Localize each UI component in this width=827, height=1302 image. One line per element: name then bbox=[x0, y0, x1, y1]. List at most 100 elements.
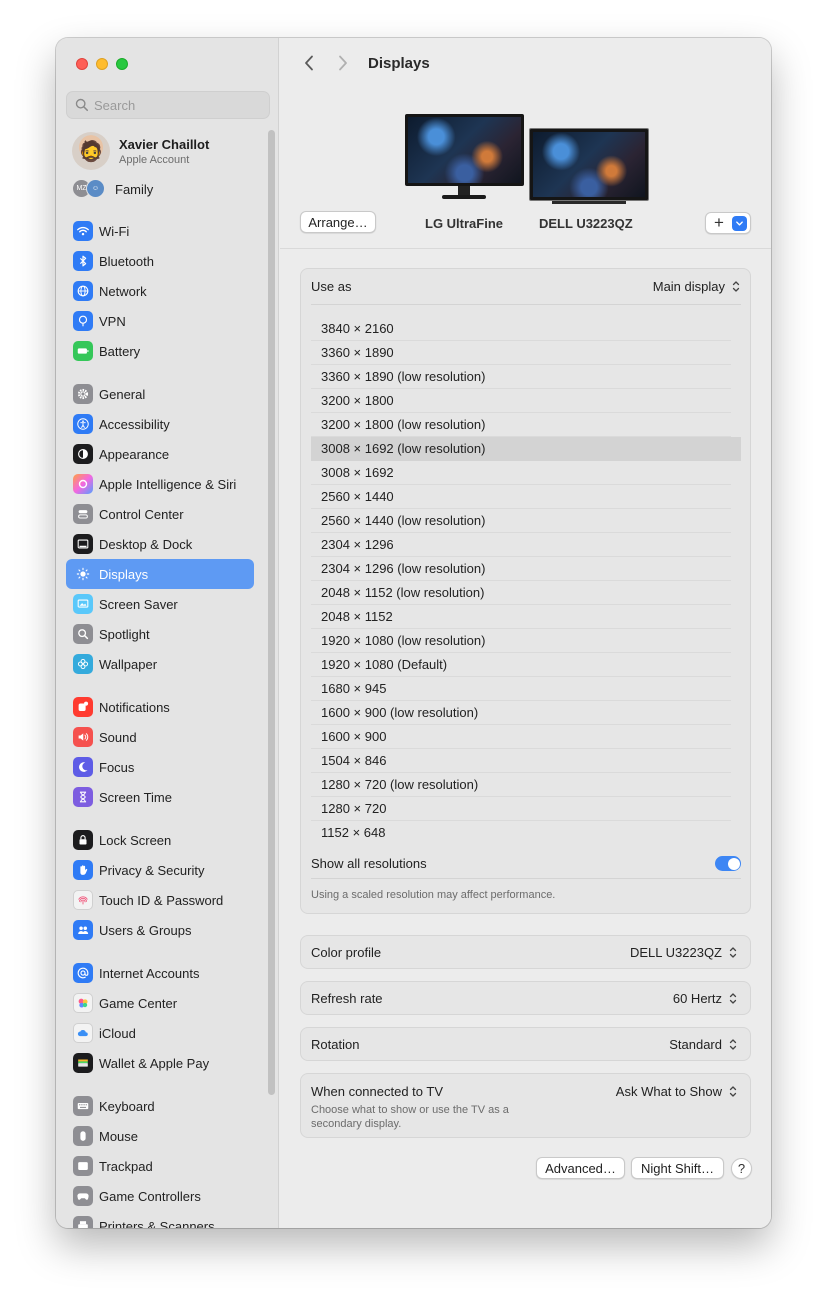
show-all-resolutions-toggle[interactable] bbox=[715, 856, 741, 871]
resolution-option[interactable]: 2560 × 1440 (low resolution) bbox=[311, 509, 731, 533]
sidebar-item-general[interactable]: General bbox=[66, 379, 254, 409]
close-window-button[interactable] bbox=[76, 58, 88, 70]
arrange-button[interactable]: Arrange… bbox=[300, 211, 376, 233]
sidebar-item-bluetooth[interactable]: Bluetooth bbox=[66, 246, 254, 276]
resolution-option[interactable]: 2048 × 1152 bbox=[311, 605, 731, 629]
monitor-label[interactable]: DELL U3223QZ bbox=[539, 216, 633, 231]
resolution-option[interactable]: 2304 × 1296 (low resolution) bbox=[311, 557, 731, 581]
sidebar-item-label: VPN bbox=[99, 313, 126, 329]
back-button[interactable] bbox=[298, 52, 320, 74]
sidebar-item-appearance[interactable]: Appearance bbox=[66, 439, 254, 469]
rotation-popup[interactable]: Standard bbox=[669, 1037, 738, 1052]
zoom-window-button[interactable] bbox=[116, 58, 128, 70]
resolution-list: 3840 × 2160 3360 × 1890 3360 × 1890 (low r… bbox=[311, 317, 741, 845]
sidebar-item-notifications[interactable]: Notifications bbox=[66, 692, 254, 722]
sidebar-item-users-groups[interactable]: Users & Groups bbox=[66, 915, 254, 945]
sidebar-item-accessibility[interactable]: Accessibility bbox=[66, 409, 254, 439]
sidebar-item-vpn[interactable]: VPN bbox=[66, 306, 254, 336]
resolution-option[interactable]: 3008 × 1692 (low resolution) bbox=[311, 437, 741, 461]
sidebar-item-label: iCloud bbox=[99, 1025, 136, 1041]
sidebar-item-network[interactable]: Network bbox=[66, 276, 254, 306]
resolution-option[interactable]: 2304 × 1296 bbox=[311, 533, 731, 557]
help-button[interactable]: ? bbox=[731, 1158, 752, 1179]
resolution-option[interactable]: 1504 × 846 bbox=[311, 749, 731, 773]
refresh-rate-popup[interactable]: 60 Hertz bbox=[673, 991, 738, 1006]
resolution-option[interactable]: 2560 × 1440 bbox=[311, 485, 731, 509]
resolution-option[interactable]: 3008 × 1692 bbox=[311, 461, 731, 485]
cloud-icon bbox=[73, 1023, 93, 1043]
sidebar-item-icloud[interactable]: iCloud bbox=[66, 1018, 254, 1048]
resolution-option[interactable]: 3840 × 2160 bbox=[311, 317, 731, 341]
family-item[interactable]: MZ ☺ Family bbox=[72, 178, 153, 200]
sidebar-item-control-center[interactable]: Control Center bbox=[66, 499, 254, 529]
sidebar-item-internet-accounts[interactable]: Internet Accounts bbox=[66, 958, 254, 988]
monitor-thumbnail-dell[interactable] bbox=[529, 128, 649, 201]
resolution-option[interactable]: 2048 × 1152 (low resolution) bbox=[311, 581, 731, 605]
resolution-option[interactable]: 3200 × 1800 bbox=[311, 389, 731, 413]
sidebar-item-label: Internet Accounts bbox=[99, 965, 200, 981]
show-all-resolutions-row: Show all resolutions bbox=[311, 849, 741, 879]
minimize-window-button[interactable] bbox=[96, 58, 108, 70]
sidebar-item-lock-screen[interactable]: Lock Screen bbox=[66, 825, 254, 855]
search-field[interactable] bbox=[66, 91, 270, 119]
sidebar-item-printers-scanners[interactable]: Printers & Scanners bbox=[66, 1211, 254, 1228]
resolution-option[interactable]: 1680 × 945 bbox=[311, 677, 731, 701]
up-down-chevron-icon bbox=[727, 1084, 738, 1099]
sidebar-item-screen-saver[interactable]: Screen Saver bbox=[66, 589, 254, 619]
add-display-button[interactable]: + bbox=[705, 212, 751, 234]
resolution-option[interactable]: 3200 × 1800 (low resolution) bbox=[311, 413, 731, 437]
resolution-option[interactable]: 3360 × 1890 (low resolution) bbox=[311, 365, 731, 389]
sidebar-item-touch-id[interactable]: Touch ID & Password bbox=[66, 885, 254, 915]
sidebar-item-label: Wi-Fi bbox=[99, 223, 130, 239]
resolution-option[interactable]: 3360 × 1890 bbox=[311, 341, 731, 365]
sidebar-item-wallet[interactable]: Wallet & Apple Pay bbox=[66, 1048, 254, 1078]
sidebar-item-sound[interactable]: Sound bbox=[66, 722, 254, 752]
plus-icon: + bbox=[714, 213, 724, 232]
sidebar-item-mouse[interactable]: Mouse bbox=[66, 1121, 254, 1151]
sidebar-item-label: Trackpad bbox=[99, 1158, 153, 1174]
sidebar-item-focus[interactable]: Focus bbox=[66, 752, 254, 782]
use-as-popup[interactable]: Main display bbox=[653, 279, 741, 294]
use-as-value: Main display bbox=[652, 279, 725, 294]
night-shift-button[interactable]: Night Shift… bbox=[631, 1157, 724, 1179]
resolution-option[interactable]: 1600 × 900 (low resolution) bbox=[311, 701, 731, 725]
show-all-resolutions-label: Show all resolutions bbox=[311, 856, 427, 871]
resolution-option[interactable]: 1920 × 1080 (low resolution) bbox=[311, 629, 731, 653]
monitor-thumbnail-lg[interactable] bbox=[405, 114, 524, 186]
resolution-option[interactable]: 1920 × 1080 (Default) bbox=[311, 653, 731, 677]
sidebar-item-game-center[interactable]: Game Center bbox=[66, 988, 254, 1018]
sidebar-item-desktop-dock[interactable]: Desktop & Dock bbox=[66, 529, 254, 559]
sidebar-item-battery[interactable]: Battery bbox=[66, 336, 254, 366]
sidebar-item-privacy-security[interactable]: Privacy & Security bbox=[66, 855, 254, 885]
forward-button[interactable] bbox=[332, 52, 354, 74]
sidebar-item-apple-intelligence[interactable]: Apple Intelligence & Siri bbox=[66, 469, 254, 499]
sidebar-item-displays[interactable]: Displays bbox=[66, 559, 254, 589]
resolution-option[interactable]: 1280 × 720 (low resolution) bbox=[311, 773, 731, 797]
chevron-down-icon[interactable] bbox=[732, 216, 747, 231]
resolution-option[interactable]: 1152 × 648 bbox=[311, 821, 731, 845]
advanced-button[interactable]: Advanced… bbox=[536, 1157, 625, 1179]
wallet-icon bbox=[73, 1053, 93, 1073]
sidebar-item-wallpaper[interactable]: Wallpaper bbox=[66, 649, 254, 679]
globe-icon bbox=[73, 281, 93, 301]
account-name: Xavier Chaillot bbox=[119, 136, 210, 152]
color-profile-popup[interactable]: DELL U3223QZ bbox=[630, 945, 738, 960]
dock-icon bbox=[73, 534, 93, 554]
family-member-avatar: ☺ bbox=[86, 179, 105, 198]
sidebar-item-label: Keyboard bbox=[99, 1098, 155, 1114]
sidebar-item-keyboard[interactable]: Keyboard bbox=[66, 1091, 254, 1121]
sidebar-item-label: Sound bbox=[99, 729, 137, 745]
sidebar-item-wifi[interactable]: Wi-Fi bbox=[66, 216, 254, 246]
refresh-rate-label: Refresh rate bbox=[311, 990, 383, 1006]
tv-connection-popup[interactable]: Ask What to Show bbox=[616, 1084, 738, 1099]
sidebar-item-game-controllers[interactable]: Game Controllers bbox=[66, 1181, 254, 1211]
resolution-option[interactable]: 1280 × 720 bbox=[311, 797, 731, 821]
sidebar-item-screen-time[interactable]: Screen Time bbox=[66, 782, 254, 812]
apple-account-item[interactable]: 🧔 Xavier Chaillot Apple Account bbox=[72, 131, 262, 171]
sidebar-item-spotlight[interactable]: Spotlight bbox=[66, 619, 254, 649]
sidebar-item-trackpad[interactable]: Trackpad bbox=[66, 1151, 254, 1181]
sidebar-scrollbar[interactable] bbox=[268, 130, 275, 1095]
monitor-label[interactable]: LG UltraFine bbox=[425, 216, 503, 231]
resolution-option[interactable]: 1600 × 900 bbox=[311, 725, 731, 749]
search-input[interactable] bbox=[94, 97, 264, 113]
